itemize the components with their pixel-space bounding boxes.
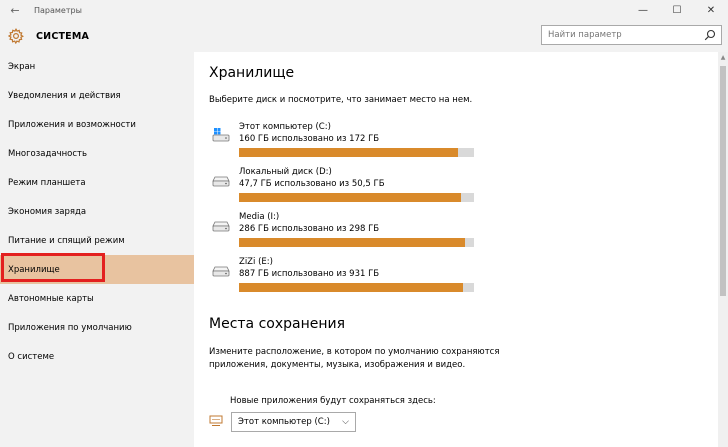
drive-name: Локальный диск (D:) bbox=[239, 167, 332, 177]
minimize-button[interactable]: — bbox=[626, 0, 660, 20]
sidebar-item-tablet-mode[interactable]: Режим планшета bbox=[0, 168, 194, 197]
drive-name: Media (I:) bbox=[239, 212, 280, 222]
usage-bar-fill bbox=[239, 193, 462, 202]
drive-icon bbox=[212, 176, 230, 187]
minimize-icon: — bbox=[638, 4, 648, 16]
back-button[interactable]: ← bbox=[0, 0, 30, 20]
sidebar: Экран Уведомления и действия Приложения … bbox=[0, 52, 194, 447]
search-icon[interactable] bbox=[704, 29, 716, 41]
maximize-button[interactable]: ☐ bbox=[660, 0, 694, 20]
close-button[interactable]: ✕ bbox=[694, 0, 728, 20]
usage-bar bbox=[239, 148, 474, 157]
sidebar-item-apps-features[interactable]: Приложения и возможности bbox=[0, 110, 194, 139]
drive-usage: 160 ГБ использовано из 172 ГБ bbox=[239, 134, 380, 144]
sidebar-item-multitasking[interactable]: Многозадачность bbox=[0, 139, 194, 168]
usage-bar-fill bbox=[239, 148, 458, 157]
header: СИСТЕМА bbox=[0, 20, 728, 52]
drive-icon bbox=[212, 221, 230, 232]
back-arrow-icon: ← bbox=[10, 3, 20, 17]
usage-bar bbox=[239, 283, 474, 292]
window-controls: — ☐ ✕ bbox=[626, 0, 728, 20]
new-apps-location-dropdown[interactable]: Этот компьютер (C:) ⌵ bbox=[231, 412, 356, 432]
chevron-down-icon: ⌵ bbox=[342, 417, 349, 427]
sidebar-item-default-apps[interactable]: Приложения по умолчанию bbox=[0, 313, 194, 342]
usage-bar bbox=[239, 238, 474, 247]
search-box[interactable] bbox=[541, 25, 722, 45]
new-apps-label: Новые приложения будут сохраняться здесь… bbox=[230, 396, 436, 406]
sidebar-item-notifications[interactable]: Уведомления и действия bbox=[0, 81, 194, 110]
page-title: СИСТЕМА bbox=[36, 30, 90, 42]
sidebar-item-battery-saver[interactable]: Экономия заряда bbox=[0, 197, 194, 226]
windows-drive-icon bbox=[212, 128, 230, 142]
maximize-icon: ☐ bbox=[672, 4, 682, 16]
sidebar-item-storage[interactable]: Хранилище bbox=[0, 255, 194, 284]
dropdown-value: Этот компьютер (C:) bbox=[238, 417, 330, 427]
search-input[interactable] bbox=[542, 30, 692, 40]
drive-item-i[interactable]: Media (I:) 286 ГБ использовано из 298 ГБ bbox=[212, 212, 482, 252]
drive-name: Этот компьютер (C:) bbox=[239, 122, 331, 132]
save-locations-description: Измените расположение, в котором по умол… bbox=[209, 347, 500, 370]
gear-icon bbox=[7, 27, 25, 45]
scrollbar-thumb[interactable] bbox=[720, 66, 726, 296]
sidebar-item-display[interactable]: Экран bbox=[0, 52, 194, 81]
drive-icon bbox=[212, 266, 230, 277]
storage-description: Выберите диск и посмотрите, что занимает… bbox=[209, 95, 473, 105]
title-bar: ← Параметры — ☐ ✕ bbox=[0, 0, 728, 20]
usage-bar bbox=[239, 193, 474, 202]
drive-item-d[interactable]: Локальный диск (D:) 47,7 ГБ использовано… bbox=[212, 167, 482, 207]
drive-item-c[interactable]: Этот компьютер (C:) 160 ГБ использовано … bbox=[212, 122, 482, 162]
drive-usage: 286 ГБ использовано из 298 ГБ bbox=[239, 224, 380, 234]
sidebar-item-power-sleep[interactable]: Питание и спящий режим bbox=[0, 226, 194, 255]
save-locations-heading: Места сохранения bbox=[209, 316, 346, 332]
drive-usage: 887 ГБ использовано из 931 ГБ bbox=[239, 269, 380, 279]
sidebar-item-about[interactable]: О системе bbox=[0, 342, 194, 371]
monitor-icon bbox=[209, 415, 223, 426]
scroll-up-arrow-icon[interactable]: ▲ bbox=[718, 52, 728, 62]
new-apps-row: Этот компьютер (C:) ⌵ bbox=[209, 410, 509, 434]
drive-name: ZiZi (E:) bbox=[239, 257, 273, 267]
usage-bar-fill bbox=[239, 238, 465, 247]
close-icon: ✕ bbox=[706, 4, 716, 16]
sidebar-item-offline-maps[interactable]: Автономные карты bbox=[0, 284, 194, 313]
drive-usage: 47,7 ГБ использовано из 50,5 ГБ bbox=[239, 179, 385, 189]
storage-heading: Хранилище bbox=[209, 65, 295, 81]
main-content: Хранилище Выберите диск и посмотрите, чт… bbox=[194, 52, 718, 447]
usage-bar-fill bbox=[239, 283, 463, 292]
window-title: Параметры bbox=[34, 5, 82, 15]
drive-item-e[interactable]: ZiZi (E:) 887 ГБ использовано из 931 ГБ bbox=[212, 257, 482, 297]
scrollbar[interactable]: ▲ bbox=[718, 52, 728, 447]
